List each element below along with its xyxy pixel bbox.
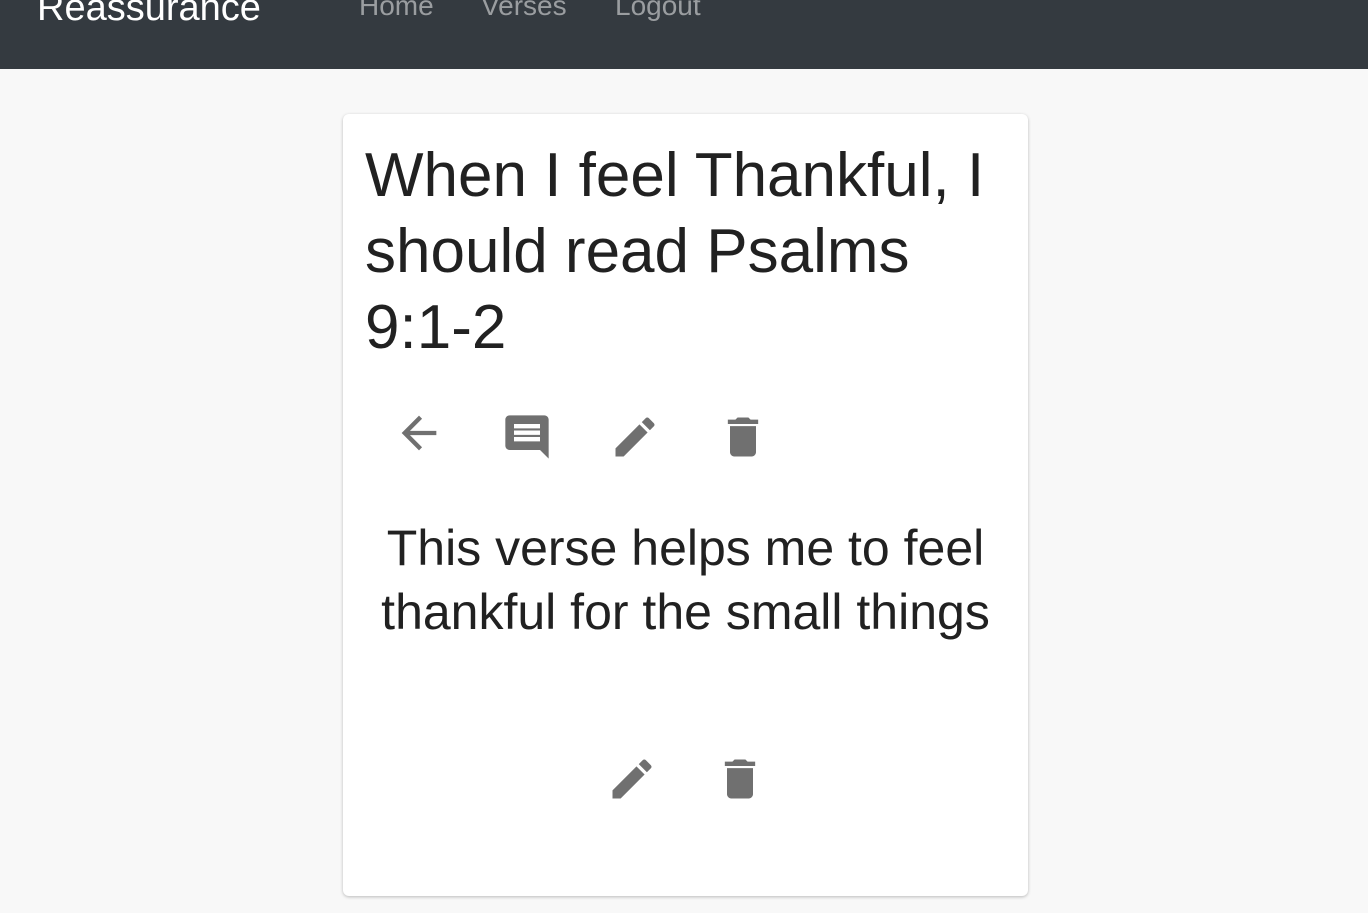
verse-title: When I feel Thankful, I should read Psal… bbox=[365, 141, 985, 362]
note-text: This verse helps me to feel thankful for… bbox=[381, 520, 990, 640]
comment-icon bbox=[505, 415, 549, 459]
delete-verse-button[interactable] bbox=[711, 405, 775, 469]
edit-verse-button[interactable] bbox=[603, 405, 667, 469]
back-button[interactable] bbox=[387, 401, 451, 465]
nav-link-logout[interactable]: Logout bbox=[615, 0, 701, 23]
edit-pencil-icon bbox=[612, 759, 652, 799]
edit-note-button[interactable] bbox=[600, 747, 664, 811]
brand-link[interactable]: Reassurance bbox=[37, 0, 261, 30]
trash-icon bbox=[724, 759, 756, 799]
comment-button[interactable] bbox=[495, 405, 559, 469]
delete-note-button[interactable] bbox=[708, 747, 772, 811]
arrow-back-icon bbox=[401, 415, 437, 451]
nav-link-home[interactable]: Home bbox=[359, 0, 434, 23]
nav-link-verses[interactable]: Verses bbox=[481, 0, 567, 23]
top-navbar: Reassurance Home Verses Logout bbox=[0, 0, 1368, 69]
trash-icon bbox=[727, 417, 759, 457]
verse-card: When I feel Thankful, I should read Psal… bbox=[343, 114, 1028, 896]
edit-pencil-icon bbox=[615, 417, 655, 457]
